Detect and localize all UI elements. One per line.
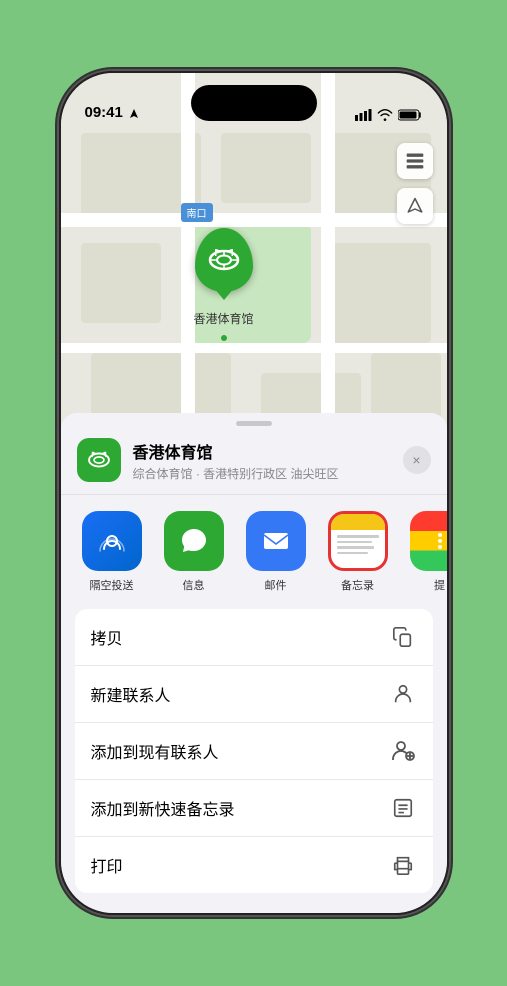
location-info: 香港体育馆 综合体育馆 · 香港特别行政区 油尖旺区: [133, 439, 403, 482]
action-row-existing-contact[interactable]: 添加到现有联系人: [75, 723, 433, 780]
notes-label: 备忘录: [341, 577, 374, 593]
status-icons: [355, 109, 423, 123]
copy-glyph: [392, 626, 414, 648]
status-time: 09:41: [85, 104, 123, 123]
messages-glyph: [177, 524, 211, 558]
action-row-print[interactable]: 打印: [75, 837, 433, 893]
action-quick-note-label: 添加到新快速备忘录: [91, 796, 389, 820]
print-glyph: [392, 854, 414, 876]
notes-lines: [331, 530, 385, 568]
notes-top: [331, 514, 385, 530]
battery-icon: [398, 109, 423, 121]
location-header: 香港体育馆 综合体育馆 · 香港特别行政区 油尖旺区 ×: [61, 434, 447, 495]
phone-frame: 09:41: [59, 71, 449, 915]
location-arrow-map-icon: [406, 197, 424, 215]
signal-icon: [355, 109, 372, 121]
action-row-quick-note[interactable]: 添加到新快速备忘录: [75, 780, 433, 837]
notes-line-2: [337, 541, 373, 544]
bottom-sheet: 香港体育馆 综合体育馆 · 香港特别行政区 油尖旺区 ×: [61, 413, 447, 913]
stadium-name-label: 香港体育馆: [194, 310, 254, 327]
airdrop-icon: [82, 511, 142, 571]
map-block-2: [221, 133, 311, 203]
airdrop-label: 隔空投送: [90, 577, 134, 593]
person-add-glyph: [391, 739, 415, 763]
airdrop-glyph: [96, 525, 128, 557]
location-address: 综合体育馆 · 香港特别行政区 油尖旺区: [133, 465, 403, 482]
location-venue-icon: [77, 438, 121, 482]
sheet-handle: [236, 421, 272, 426]
stadium-marker: 香港体育馆: [194, 228, 254, 327]
phone-screen: 09:41: [61, 73, 447, 913]
map-layer-button[interactable]: [397, 143, 433, 179]
share-item-messages[interactable]: 信息: [159, 511, 229, 593]
location-name: 香港体育馆: [133, 439, 403, 463]
map-block-4: [81, 243, 161, 323]
more-icon: [410, 511, 447, 571]
marker-dot: [221, 335, 227, 341]
map-block-5: [331, 243, 431, 343]
print-icon: [389, 851, 417, 879]
map-label: 南口: [181, 203, 213, 222]
share-item-more[interactable]: 提: [405, 511, 447, 593]
dynamic-island: [191, 85, 317, 121]
notes-line-4: [337, 552, 369, 555]
road-h2: [61, 343, 447, 353]
map-layer-icon: [405, 151, 425, 171]
person-add-icon: [389, 737, 417, 765]
action-existing-contact-label: 添加到现有联系人: [91, 739, 389, 763]
location-arrow-icon: [128, 108, 140, 120]
more-label: 提: [434, 577, 445, 593]
action-print-label: 打印: [91, 853, 389, 877]
person-icon: [389, 680, 417, 708]
quick-note-glyph: [392, 797, 414, 819]
mail-icon: [246, 511, 306, 571]
share-item-mail[interactable]: 邮件: [241, 511, 311, 593]
road-h1: [61, 213, 447, 227]
quick-note-icon: [389, 794, 417, 822]
action-new-contact-label: 新建联系人: [91, 682, 389, 706]
share-item-airdrop[interactable]: 隔空投送: [77, 511, 147, 593]
wifi-icon: [377, 109, 393, 121]
location-button[interactable]: [397, 188, 433, 224]
mail-label: 邮件: [265, 577, 287, 593]
notes-icon: [328, 511, 388, 571]
copy-icon: [389, 623, 417, 651]
venue-stadium-icon: [86, 447, 112, 473]
action-row-copy[interactable]: 拷贝: [75, 609, 433, 666]
action-copy-label: 拷贝: [91, 625, 389, 649]
messages-icon: [164, 511, 224, 571]
mail-glyph: [259, 524, 293, 558]
notes-line-3: [337, 546, 375, 549]
more-glyph: [430, 531, 447, 551]
action-list: 拷贝 新建联系人: [75, 609, 433, 893]
person-glyph: [392, 683, 414, 705]
share-item-notes[interactable]: 备忘录: [323, 511, 393, 593]
stadium-icon: [207, 245, 241, 275]
action-row-new-contact[interactable]: 新建联系人: [75, 666, 433, 723]
share-row: 隔空投送 信息: [61, 495, 447, 597]
marker-pin: [195, 228, 253, 292]
messages-label: 信息: [183, 577, 205, 593]
close-button[interactable]: ×: [403, 446, 431, 474]
notes-line-1: [337, 535, 379, 538]
map-controls[interactable]: [397, 143, 433, 224]
